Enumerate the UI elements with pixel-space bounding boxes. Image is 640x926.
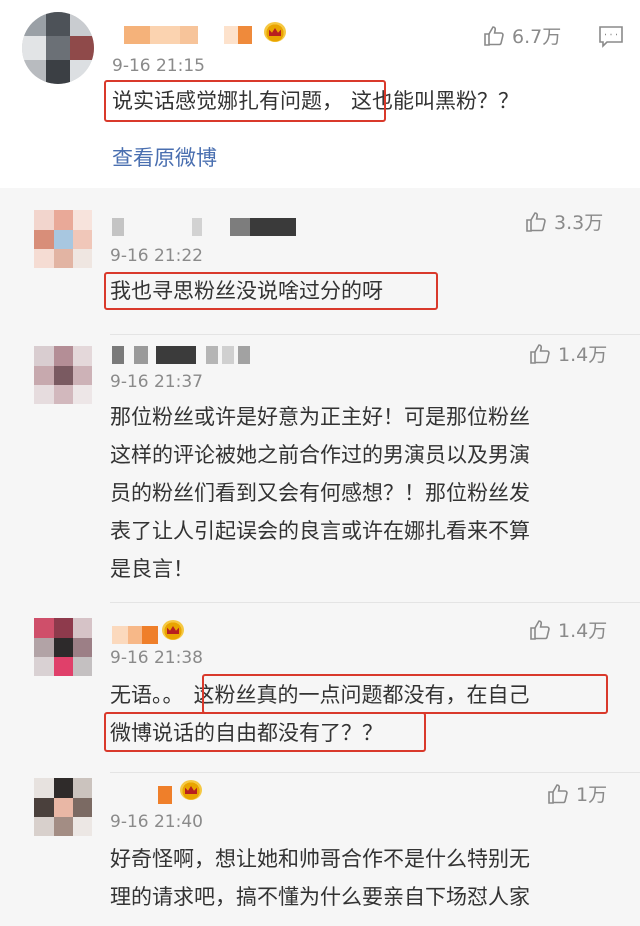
crown-badge-icon [264, 22, 286, 42]
text-line: 好奇怪啊，想让她和帅哥合作不是什么特别无 [110, 847, 530, 871]
comment-icon[interactable] [598, 24, 624, 48]
crown-badge-icon [162, 620, 184, 640]
text-line: 这样的评论被她之前合作过的男演员以及男演 [110, 443, 530, 467]
comment-time: 9-16 21:22 [110, 246, 203, 266]
username-blurred[interactable] [124, 26, 264, 44]
comment-time: 9-16 21:15 [112, 56, 205, 76]
reply-text: 好奇怪啊，想让她和帅哥合作不是什么特别无 理的请求吧，搞不懂为什么要亲自下场怼人… [110, 840, 530, 916]
username-blurred[interactable] [112, 346, 252, 364]
comment-text-prefix: 无语。。 [110, 683, 184, 707]
avatar[interactable] [22, 12, 94, 84]
main-comment: 9-16 21:15 6.7万 说实话感觉娜扎有问题， 这也能叫黑粉？？ 查看原微… [0, 0, 640, 188]
thumbs-up-icon [484, 25, 504, 46]
like-button[interactable]: 1.4万 [528, 340, 607, 367]
comment-time: 9-16 21:37 [110, 372, 203, 392]
like-button[interactable]: 1.4万 [528, 616, 607, 643]
like-count: 6.7万 [512, 26, 562, 48]
replies-list: 9-16 21:22 3.3万 我也寻思粉丝没说啥过分的呀 9-16 21:37… [0, 188, 640, 926]
text-line: 员的粉丝们看到又会有何感想？！那位粉丝发 [110, 481, 530, 505]
username-blurred[interactable] [158, 786, 178, 804]
highlight-box [104, 272, 438, 310]
avatar[interactable] [34, 778, 92, 836]
like-count: 1.4万 [558, 344, 608, 366]
like-button[interactable]: 3.3万 [524, 208, 603, 235]
text-line: 表了让人引起误会的良言或许在娜扎看来不算 [110, 519, 530, 543]
divider [110, 772, 640, 773]
username-blurred[interactable] [112, 218, 312, 236]
text-line: 那位粉丝或许是好意为正主好！可是那位粉丝 [110, 405, 530, 429]
divider [110, 334, 640, 335]
avatar[interactable] [34, 618, 92, 676]
highlight-box [104, 80, 386, 122]
comment-time: 9-16 21:40 [110, 812, 203, 832]
like-button[interactable]: 1万 [546, 780, 607, 807]
highlight-box [104, 712, 426, 752]
like-count: 1.4万 [558, 620, 608, 642]
thumbs-up-icon [530, 343, 550, 364]
comment-thread: 9-16 21:15 6.7万 说实话感觉娜扎有问题， 这也能叫黑粉？？ 查看原微… [0, 0, 640, 926]
text-line: 是良言！ [110, 557, 194, 581]
like-button[interactable]: 6.7万 [482, 22, 561, 49]
like-count: 1万 [576, 784, 608, 806]
crown-badge-icon [180, 780, 202, 800]
reply-text: 那位粉丝或许是好意为正主好！可是那位粉丝 这样的评论被她之前合作过的男演员以及男… [110, 398, 530, 588]
like-count: 3.3万 [554, 212, 604, 234]
avatar[interactable] [34, 346, 92, 404]
view-original-link[interactable]: 查看原微博 [112, 142, 217, 172]
thumbs-up-icon [548, 783, 568, 804]
comment-time: 9-16 21:38 [110, 648, 203, 668]
avatar[interactable] [34, 210, 92, 268]
text-line: 理的请求吧，搞不懂为什么要亲自下场怼人家 [110, 885, 530, 909]
thumbs-up-icon [530, 619, 550, 640]
username-blurred[interactable] [112, 626, 162, 644]
divider [110, 602, 640, 603]
highlight-box [202, 674, 608, 714]
thumbs-up-icon [526, 211, 546, 232]
